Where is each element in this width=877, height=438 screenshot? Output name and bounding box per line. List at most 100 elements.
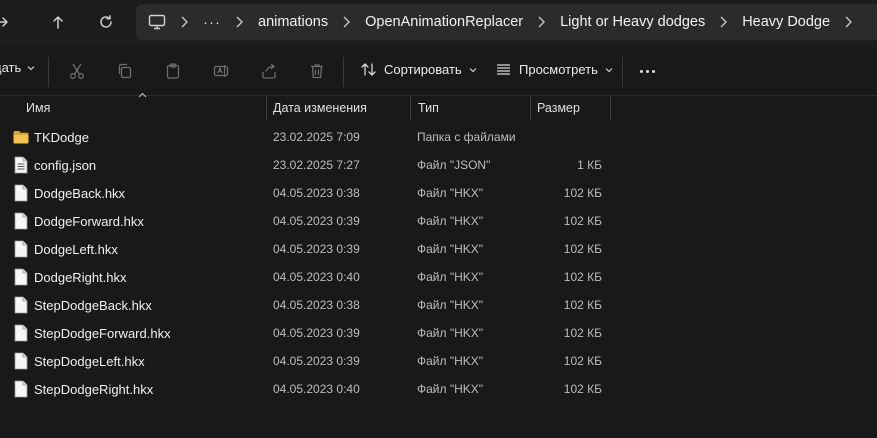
new-button[interactable]: дать (0, 60, 35, 75)
refresh-button[interactable] (90, 6, 122, 38)
more-options-button[interactable] (636, 61, 658, 81)
file-date: 04.05.2023 0:39 (273, 326, 360, 340)
chevron-right-icon[interactable] (180, 16, 189, 28)
computer-icon (148, 14, 166, 30)
toolbar-divider (48, 57, 49, 87)
column-divider[interactable] (410, 96, 411, 120)
paste-button[interactable] (162, 60, 184, 82)
trash-icon (311, 64, 323, 79)
list-item[interactable]: StepDodgeBack.hkx 04.05.2023 0:38 Файл "… (0, 291, 877, 319)
view-button-label: Просмотреть (519, 62, 598, 77)
list-item[interactable]: DodgeForward.hkx 04.05.2023 0:39 Файл "H… (0, 207, 877, 235)
more-dot-icon (651, 69, 655, 73)
file-date: 04.05.2023 0:38 (273, 186, 360, 200)
breadcrumb-heavy-dodge[interactable]: Heavy Dodge (742, 14, 830, 30)
file-icon (13, 352, 29, 370)
list-item[interactable]: StepDodgeRight.hkx 04.05.2023 0:40 Файл … (0, 375, 877, 403)
text-file-icon (13, 156, 29, 174)
file-name: StepDodgeRight.hkx (34, 381, 154, 397)
list-item[interactable]: config.json 23.02.2025 7:27 Файл "JSON" … (0, 151, 877, 179)
chevron-right-icon[interactable] (844, 16, 853, 28)
file-name: DodgeRight.hkx (34, 269, 127, 285)
file-type: Папка с файлами (417, 130, 516, 144)
list-item[interactable]: DodgeRight.hkx 04.05.2023 0:40 Файл "HKX… (0, 263, 877, 291)
sort-ascending-icon (138, 92, 147, 98)
chevron-right-icon[interactable] (537, 16, 546, 28)
view-list-icon (497, 64, 510, 75)
file-size: 102 КБ (563, 270, 602, 284)
breadcrumb-openanimationreplacer[interactable]: OpenAnimationReplacer (365, 14, 523, 30)
file-size: 102 КБ (563, 186, 602, 200)
arrow-up-icon (53, 16, 63, 29)
toolbar-divider (343, 57, 344, 87)
file-size: 102 КБ (563, 382, 602, 396)
cut-button[interactable] (66, 60, 88, 82)
list-item[interactable]: DodgeLeft.hkx 04.05.2023 0:39 Файл "HKX"… (0, 235, 877, 263)
file-type: Файл "HKX" (417, 186, 484, 200)
command-bar: дать Сортировать Просмотреть (0, 47, 877, 95)
file-date: 04.05.2023 0:40 (273, 270, 360, 284)
file-type: Файл "HKX" (417, 270, 484, 284)
column-divider[interactable] (610, 96, 611, 120)
copy-button[interactable] (114, 60, 136, 82)
file-type: Файл "HKX" (417, 242, 484, 256)
file-date: 04.05.2023 0:39 (273, 354, 360, 368)
file-type: Файл "JSON" (417, 158, 491, 172)
chevron-down-icon (605, 67, 613, 72)
sort-button[interactable]: Сортировать (360, 61, 477, 78)
file-name: DodgeForward.hkx (34, 213, 144, 229)
file-type: Файл "HKX" (417, 354, 484, 368)
file-icon (13, 380, 29, 398)
rename-icon (213, 65, 229, 77)
forward-button[interactable] (0, 6, 18, 38)
up-button[interactable] (42, 6, 74, 38)
breadcrumb-overflow[interactable]: ··· (203, 14, 221, 31)
column-date-header[interactable]: Дата изменения (273, 96, 367, 120)
list-item[interactable]: DodgeBack.hkx 04.05.2023 0:38 Файл "HKX"… (0, 179, 877, 207)
chevron-right-icon[interactable] (719, 16, 728, 28)
file-size: 102 КБ (563, 354, 602, 368)
share-button[interactable] (258, 60, 280, 82)
file-date: 23.02.2025 7:09 (273, 130, 360, 144)
file-size: 102 КБ (563, 326, 602, 340)
column-divider[interactable] (266, 96, 267, 120)
list-item[interactable]: TKDodge 23.02.2025 7:09 Папка с файлами (0, 123, 877, 151)
breadcrumb-animations[interactable]: animations (258, 14, 328, 30)
chevron-right-icon[interactable] (342, 16, 351, 28)
sort-button-label: Сортировать (384, 62, 462, 77)
share-icon (262, 63, 276, 79)
column-type-header[interactable]: Тип (418, 96, 439, 120)
file-size: 102 КБ (563, 214, 602, 228)
file-date: 23.02.2025 7:27 (273, 158, 360, 172)
file-size (535, 123, 602, 151)
sort-icon (361, 63, 376, 76)
column-header: Имя Дата изменения Тип Размер (0, 92, 877, 120)
column-size-header[interactable]: Размер (537, 96, 580, 120)
file-type: Файл "HKX" (417, 382, 484, 396)
toolbar-divider (622, 57, 623, 87)
file-icon (13, 212, 29, 230)
folder-icon (13, 128, 29, 146)
rename-button[interactable] (210, 60, 232, 82)
file-name: config.json (34, 157, 97, 173)
list-item[interactable]: StepDodgeLeft.hkx 04.05.2023 0:39 Файл "… (0, 347, 877, 375)
column-name-header[interactable]: Имя (26, 96, 50, 120)
clipboard-icon (166, 63, 180, 79)
file-type: Файл "HKX" (417, 298, 484, 312)
file-date: 04.05.2023 0:39 (273, 214, 360, 228)
file-date: 04.05.2023 0:40 (273, 382, 360, 396)
file-icon (13, 324, 29, 342)
file-size: 1 КБ (577, 158, 602, 172)
file-name: TKDodge (34, 129, 89, 145)
refresh-icon (100, 15, 112, 28)
list-item[interactable]: StepDodgeForward.hkx 04.05.2023 0:39 Фай… (0, 319, 877, 347)
address-bar[interactable]: ··· animations OpenAnimationReplacer Lig… (136, 4, 877, 40)
delete-button[interactable] (306, 60, 328, 82)
chevron-right-icon[interactable] (235, 16, 244, 28)
scissors-icon (70, 63, 84, 79)
file-type: Файл "HKX" (417, 214, 484, 228)
view-button[interactable]: Просмотреть (495, 61, 613, 78)
breadcrumb-light-or-heavy-dodges[interactable]: Light or Heavy dodges (560, 14, 705, 30)
column-divider[interactable] (530, 96, 531, 120)
file-type: Файл "HKX" (417, 326, 484, 340)
